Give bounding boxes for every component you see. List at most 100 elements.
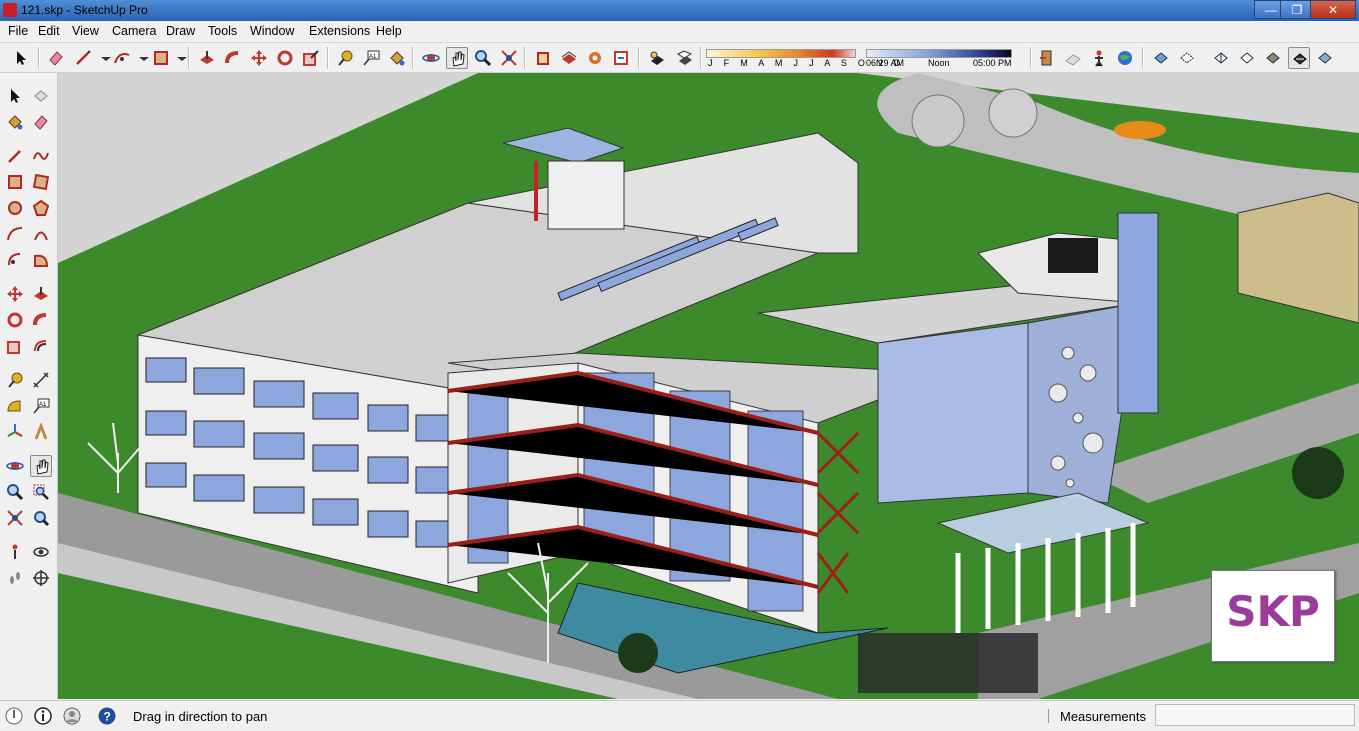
toolbar-separator [412, 47, 414, 69]
shadow-date-slider[interactable] [706, 49, 856, 58]
car-icon [1114, 121, 1166, 139]
status-hint-text: Drag in direction to pan [133, 709, 268, 724]
arc-icon[interactable] [111, 47, 133, 69]
zoom-icon[interactable] [472, 47, 494, 69]
rectangle-icon[interactable] [150, 47, 172, 69]
dimension-icon[interactable] [30, 369, 52, 391]
menu-draw[interactable]: Draw [166, 24, 195, 38]
tape-measure-icon[interactable] [334, 47, 356, 69]
layout-send-icon[interactable] [610, 47, 632, 69]
zoom-window-icon[interactable] [30, 481, 52, 503]
orbit-icon[interactable] [4, 455, 26, 477]
follow-me-icon[interactable] [30, 309, 52, 331]
3d-text-icon[interactable] [30, 421, 52, 443]
menu-view[interactable]: View [72, 24, 99, 38]
rotate-icon[interactable] [274, 47, 296, 69]
section-plane-crosshair-icon[interactable] [30, 567, 52, 589]
line-tool-icon[interactable] [4, 145, 26, 167]
select-tool-icon[interactable] [4, 85, 26, 107]
paint-bucket-icon[interactable] [4, 111, 26, 133]
zoom-icon[interactable] [4, 481, 26, 503]
arc-icon[interactable] [4, 223, 26, 245]
menu-edit[interactable]: Edit [38, 24, 60, 38]
close-button[interactable]: ✕ [1310, 0, 1356, 19]
axes-icon[interactable] [4, 421, 26, 443]
pencil-line-icon[interactable] [72, 47, 94, 69]
rotated-rectangle-icon[interactable] [30, 171, 52, 193]
polygon-icon[interactable] [30, 197, 52, 219]
pan-hand-icon[interactable] [446, 47, 468, 69]
credits-info-icon[interactable] [33, 706, 53, 726]
section-display-icon[interactable] [1062, 47, 1084, 69]
pan-hand-icon[interactable] [30, 455, 52, 477]
freehand-icon[interactable] [30, 145, 52, 167]
three-point-arc-icon[interactable] [4, 249, 26, 271]
shaded-textures-style-icon[interactable] [1288, 47, 1310, 69]
toolbar-separator [1142, 47, 1144, 69]
section-plane-icon[interactable] [1036, 47, 1058, 69]
push-pull-icon[interactable] [196, 47, 218, 69]
rotate-icon[interactable] [4, 309, 26, 331]
two-point-arc-icon[interactable] [30, 223, 52, 245]
move-icon[interactable] [4, 283, 26, 305]
move-icon[interactable] [248, 47, 270, 69]
shadow-time-slider[interactable] [866, 49, 1012, 58]
zoom-extents-icon[interactable] [498, 47, 520, 69]
menu-window[interactable]: Window [250, 24, 294, 38]
walk-icon[interactable] [1088, 47, 1110, 69]
hidden-line-style-icon[interactable] [1236, 47, 1258, 69]
menu-bar: File Edit View Camera Draw Tools Window … [0, 21, 1359, 43]
scale-icon[interactable] [300, 47, 322, 69]
toolbar-separator [524, 47, 526, 69]
shadows-toggle-icon[interactable] [646, 47, 668, 69]
maximize-button[interactable]: ❐ [1280, 0, 1314, 19]
rectangle-icon[interactable] [4, 171, 26, 193]
dimension-text-icon[interactable]: A1 [360, 47, 382, 69]
xray-style-icon[interactable] [1150, 47, 1172, 69]
text-label-icon[interactable]: A1 [30, 395, 52, 417]
scale-icon[interactable] [4, 335, 26, 357]
walk-footprints-icon[interactable] [4, 567, 26, 589]
offset-icon[interactable] [30, 335, 52, 357]
instructor-help-icon[interactable]: ? [97, 706, 117, 726]
geo-location-status-icon[interactable] [4, 706, 24, 726]
eraser-icon[interactable] [45, 47, 67, 69]
geo-location-icon[interactable] [1114, 47, 1136, 69]
arc-dropdown-chevron-icon[interactable] [133, 47, 149, 69]
shaded-style-icon[interactable] [1262, 47, 1284, 69]
user-account-icon[interactable] [62, 706, 82, 726]
position-camera-icon[interactable] [4, 541, 26, 563]
look-around-icon[interactable] [30, 541, 52, 563]
make-component-icon[interactable] [30, 85, 52, 107]
toolbar-separator [700, 47, 702, 69]
tape-measure-icon[interactable] [4, 369, 26, 391]
extension-warehouse-icon[interactable] [584, 47, 606, 69]
menu-camera[interactable]: Camera [112, 24, 156, 38]
share-model-icon[interactable] [558, 47, 580, 69]
shape-dropdown-chevron-icon[interactable] [171, 47, 187, 69]
eraser-icon[interactable] [30, 111, 52, 133]
monochrome-style-icon[interactable] [1314, 47, 1336, 69]
menu-file[interactable]: File [8, 24, 28, 38]
line-dropdown-chevron-icon[interactable] [95, 47, 111, 69]
main-toolbar: A1 [0, 43, 1359, 73]
previous-view-icon[interactable] [30, 507, 52, 529]
protractor-icon[interactable] [4, 395, 26, 417]
circle-icon[interactable] [4, 197, 26, 219]
measurements-input[interactable] [1155, 704, 1355, 726]
back-edges-style-icon[interactable] [1176, 47, 1198, 69]
menu-tools[interactable]: Tools [208, 24, 237, 38]
menu-extensions[interactable]: Extensions [309, 24, 370, 38]
menu-help[interactable]: Help [376, 24, 402, 38]
model-viewport[interactable]: SKP [58, 73, 1359, 699]
zoom-extents-icon[interactable] [4, 507, 26, 529]
wireframe-style-icon[interactable] [1210, 47, 1232, 69]
follow-me-icon[interactable] [222, 47, 244, 69]
paint-bucket-icon[interactable] [386, 47, 408, 69]
fog-toggle-icon[interactable] [674, 47, 696, 69]
push-pull-icon[interactable] [30, 283, 52, 305]
select-tool-icon[interactable] [10, 47, 32, 69]
orbit-icon[interactable] [420, 47, 442, 69]
pie-icon[interactable] [30, 249, 52, 271]
3d-warehouse-icon[interactable] [532, 47, 554, 69]
